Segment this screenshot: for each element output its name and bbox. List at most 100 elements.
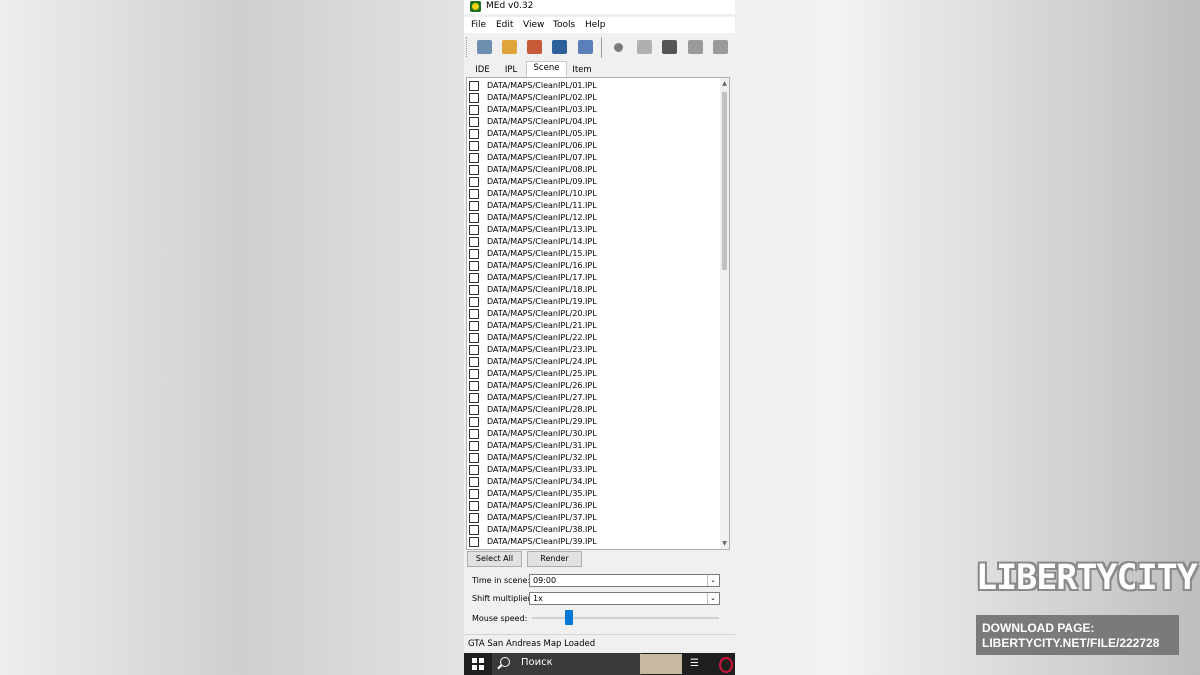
scene-checkbox[interactable] <box>469 393 479 403</box>
list-item[interactable]: DATA/MAPS/CleanIPL/08.IPL <box>469 164 597 176</box>
scene-checkbox[interactable] <box>469 321 479 331</box>
chevron-down-icon[interactable]: ⌄ <box>707 593 718 604</box>
list-item[interactable]: DATA/MAPS/CleanIPL/36.IPL <box>469 500 597 512</box>
scene-checkbox[interactable] <box>469 285 479 295</box>
list-item[interactable]: DATA/MAPS/CleanIPL/16.IPL <box>469 260 597 272</box>
scene-checkbox[interactable] <box>469 405 479 415</box>
scene-checkbox[interactable] <box>469 297 479 307</box>
scene-checkbox[interactable] <box>469 117 479 127</box>
tab-scene[interactable]: Scene <box>526 61 567 77</box>
taskbar-app-thumbnail[interactable] <box>640 654 682 674</box>
menu-help[interactable]: Help <box>585 20 606 30</box>
scene-checkbox[interactable] <box>469 105 479 115</box>
scene-checkbox[interactable] <box>469 525 479 535</box>
scene-checkbox[interactable] <box>469 273 479 283</box>
time-in-scene-select[interactable]: 09:00 ⌄ <box>529 574 720 587</box>
list-item[interactable]: DATA/MAPS/CleanIPL/38.IPL <box>469 524 597 536</box>
list-item[interactable]: DATA/MAPS/CleanIPL/01.IPL <box>469 80 597 92</box>
list-item[interactable]: DATA/MAPS/CleanIPL/37.IPL <box>469 512 597 524</box>
list-item[interactable]: DATA/MAPS/CleanIPL/25.IPL <box>469 368 597 380</box>
scene-checkbox[interactable] <box>469 465 479 475</box>
list-item[interactable]: DATA/MAPS/CleanIPL/03.IPL <box>469 104 597 116</box>
list-item[interactable]: DATA/MAPS/CleanIPL/24.IPL <box>469 356 597 368</box>
list-item[interactable]: DATA/MAPS/CleanIPL/09.IPL <box>469 176 597 188</box>
image-button[interactable] <box>549 38 569 56</box>
scroll-down-icon[interactable]: ▼ <box>720 539 729 548</box>
list-item[interactable]: DATA/MAPS/CleanIPL/32.IPL <box>469 452 597 464</box>
scene-checkbox[interactable] <box>469 309 479 319</box>
scene-checkbox[interactable] <box>469 177 479 187</box>
edit-button[interactable] <box>524 38 544 56</box>
list-item[interactable]: DATA/MAPS/CleanIPL/14.IPL <box>469 236 597 248</box>
record-button[interactable] <box>608 38 628 56</box>
scene-checkbox[interactable] <box>469 501 479 511</box>
mouse-speed-thumb[interactable] <box>565 610 574 625</box>
menu-file[interactable]: File <box>471 20 486 30</box>
list-item[interactable]: DATA/MAPS/CleanIPL/10.IPL <box>469 188 597 200</box>
scene-checkbox[interactable] <box>469 417 479 427</box>
task-view-icon[interactable]: ☰ <box>690 658 702 670</box>
scene-checkbox[interactable] <box>469 477 479 487</box>
menu-edit[interactable]: Edit <box>496 20 513 30</box>
mouse-speed-slider[interactable] <box>532 617 719 619</box>
list-item[interactable]: DATA/MAPS/CleanIPL/27.IPL <box>469 392 597 404</box>
open-button[interactable] <box>499 38 519 56</box>
scene-checkbox[interactable] <box>469 213 479 223</box>
select-all-button[interactable]: Select All <box>467 551 522 567</box>
menu-tools[interactable]: Tools <box>553 20 575 30</box>
scene-checkbox[interactable] <box>469 369 479 379</box>
list-item[interactable]: DATA/MAPS/CleanIPL/39.IPL <box>469 536 597 548</box>
list-item[interactable]: DATA/MAPS/CleanIPL/19.IPL <box>469 296 597 308</box>
scroll-up-icon[interactable]: ▲ <box>720 79 729 88</box>
list-item[interactable]: DATA/MAPS/CleanIPL/17.IPL <box>469 272 597 284</box>
list-item[interactable]: DATA/MAPS/CleanIPL/21.IPL <box>469 320 597 332</box>
scene-checkbox[interactable] <box>469 453 479 463</box>
list-item[interactable]: DATA/MAPS/CleanIPL/06.IPL <box>469 140 597 152</box>
list-item[interactable]: DATA/MAPS/CleanIPL/07.IPL <box>469 152 597 164</box>
scene-checkbox[interactable] <box>469 141 479 151</box>
scene-list[interactable]: DATA/MAPS/CleanIPL/01.IPL DATA/MAPS/Clean… <box>466 77 730 550</box>
redo-button[interactable] <box>710 38 730 56</box>
list-item[interactable]: DATA/MAPS/CleanIPL/13.IPL <box>469 224 597 236</box>
scene-checkbox[interactable] <box>469 537 479 547</box>
list-item[interactable]: DATA/MAPS/CleanIPL/35.IPL <box>469 488 597 500</box>
render-button[interactable]: Render <box>527 551 582 567</box>
list-item[interactable]: DATA/MAPS/CleanIPL/11.IPL <box>469 200 597 212</box>
list-scrollbar[interactable]: ▲ ▼ <box>720 78 729 549</box>
page-button[interactable] <box>634 38 654 56</box>
tab-ipl[interactable]: IPL <box>497 63 525 78</box>
list-item[interactable]: DATA/MAPS/CleanIPL/05.IPL <box>469 128 597 140</box>
scene-checkbox[interactable] <box>469 513 479 523</box>
list-item[interactable]: DATA/MAPS/CleanIPL/12.IPL <box>469 212 597 224</box>
scene-checkbox[interactable] <box>469 429 479 439</box>
opera-icon[interactable] <box>719 657 733 673</box>
scene-checkbox[interactable] <box>469 201 479 211</box>
list-item[interactable]: DATA/MAPS/CleanIPL/23.IPL <box>469 344 597 356</box>
tab-ide[interactable]: IDE <box>469 63 496 78</box>
list-item[interactable]: DATA/MAPS/CleanIPL/28.IPL <box>469 404 597 416</box>
scroll-thumb[interactable] <box>722 92 727 270</box>
list-item[interactable]: DATA/MAPS/CleanIPL/22.IPL <box>469 332 597 344</box>
scene-checkbox[interactable] <box>469 357 479 367</box>
scene-checkbox[interactable] <box>469 81 479 91</box>
list-item[interactable]: DATA/MAPS/CleanIPL/30.IPL <box>469 428 597 440</box>
scene-checkbox[interactable] <box>469 165 479 175</box>
scene-checkbox[interactable] <box>469 93 479 103</box>
home-button[interactable] <box>474 38 494 56</box>
brush-button[interactable] <box>575 38 595 56</box>
menu-view[interactable]: View <box>523 20 544 30</box>
scene-checkbox[interactable] <box>469 237 479 247</box>
list-item[interactable]: DATA/MAPS/CleanIPL/04.IPL <box>469 116 597 128</box>
list-item[interactable]: DATA/MAPS/CleanIPL/33.IPL <box>469 464 597 476</box>
list-item[interactable]: DATA/MAPS/CleanIPL/26.IPL <box>469 380 597 392</box>
scene-checkbox[interactable] <box>469 153 479 163</box>
windows-start-icon[interactable] <box>472 658 484 670</box>
list-item[interactable]: DATA/MAPS/CleanIPL/02.IPL <box>469 92 597 104</box>
scene-checkbox[interactable] <box>469 489 479 499</box>
list-item[interactable]: DATA/MAPS/CleanIPL/15.IPL <box>469 248 597 260</box>
scene-checkbox[interactable] <box>469 129 479 139</box>
list-item[interactable]: DATA/MAPS/CleanIPL/34.IPL <box>469 476 597 488</box>
scene-checkbox[interactable] <box>469 333 479 343</box>
scene-checkbox[interactable] <box>469 189 479 199</box>
list-item[interactable]: DATA/MAPS/CleanIPL/29.IPL <box>469 416 597 428</box>
